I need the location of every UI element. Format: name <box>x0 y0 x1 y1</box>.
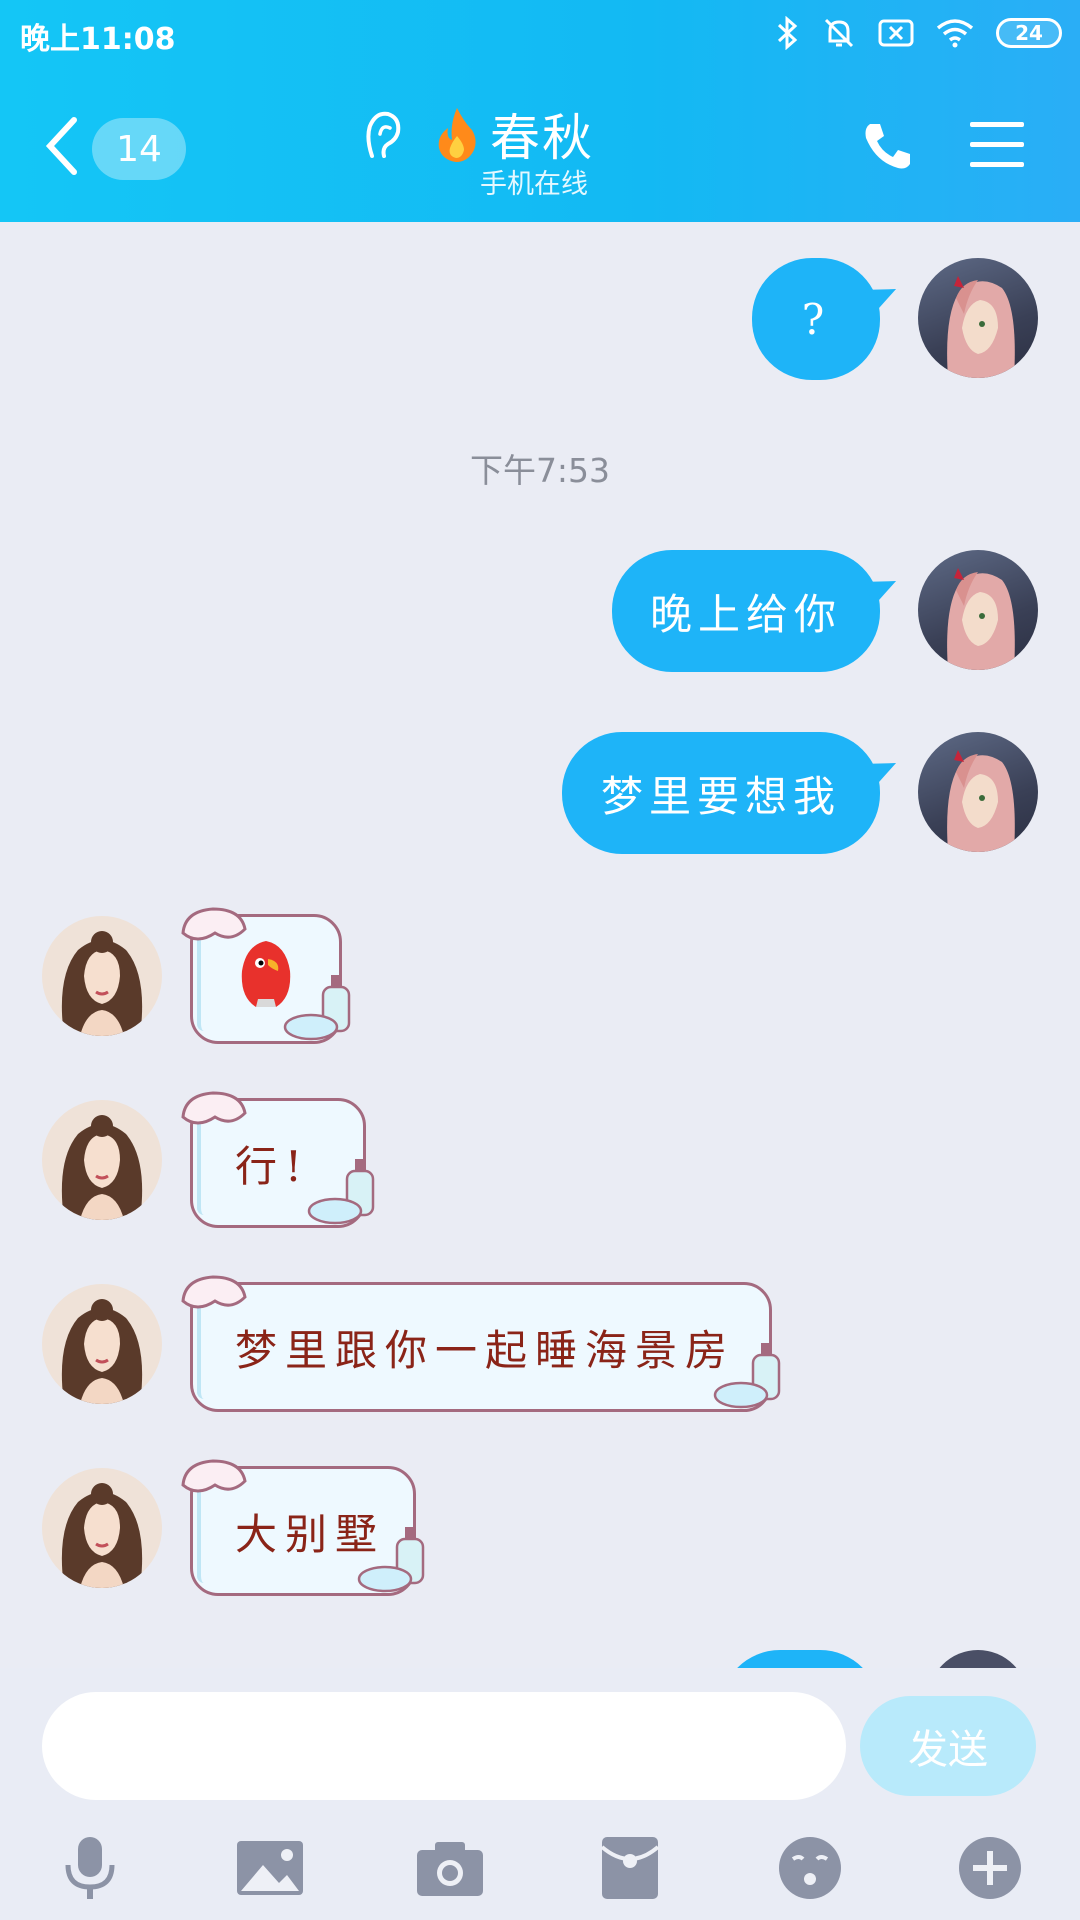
goggles-decoration-icon <box>179 903 249 957</box>
sim-x-icon <box>878 18 914 48</box>
image-icon[interactable] <box>230 1828 310 1908</box>
soap-bottle-decoration-icon <box>307 1153 381 1237</box>
contact-avatar[interactable] <box>42 916 162 1036</box>
my-message-bubble[interactable]: 晚上给你 <box>612 550 880 672</box>
timestamp: 下午7:53 <box>469 451 611 490</box>
contact-avatar[interactable] <box>42 1284 162 1404</box>
unread-count-badge[interactable]: 14 <box>92 118 186 180</box>
contact-online-status: 手机在线 <box>480 169 588 200</box>
back-icon[interactable] <box>44 116 80 180</box>
my-avatar[interactable] <box>918 258 1038 378</box>
message-text: 行! <box>235 1141 310 1191</box>
mute-bell-icon <box>822 16 856 50</box>
message-input[interactable] <box>42 1692 846 1800</box>
message-text: 梦里跟你一起睡海景房 <box>235 1325 736 1375</box>
send-button[interactable]: 发送 <box>860 1696 1036 1796</box>
my-message-bubble[interactable]: 梦里要想我 <box>562 732 880 854</box>
message-text: ? <box>801 294 831 344</box>
status-time: 晚上11:08 <box>20 22 176 57</box>
bluetooth-icon <box>776 16 800 50</box>
soap-bottle-decoration-icon <box>357 1521 431 1605</box>
contact-avatar[interactable] <box>42 1100 162 1220</box>
contact-message-bubble[interactable]: 梦里跟你一起睡海景房 <box>181 1275 781 1412</box>
goggles-decoration-icon <box>179 1087 249 1141</box>
phone-icon[interactable] <box>860 118 916 178</box>
message-text: 晚上给你 <box>649 589 842 639</box>
my-avatar[interactable] <box>918 550 1038 670</box>
soap-bottle-decoration-icon <box>283 969 357 1053</box>
my-message-bubble-partial[interactable] <box>720 1650 880 1668</box>
contact-sticker-bubble[interactable] <box>181 907 351 1044</box>
chat-message-list[interactable]: ? 下午7:53 晚上给你 梦里要想我 行! 梦里跟你一起睡海景房 大别墅 <box>0 222 1080 1668</box>
emoji-icon[interactable] <box>770 1828 850 1908</box>
my-avatar-partial[interactable] <box>928 1650 1028 1668</box>
my-avatar[interactable] <box>918 732 1038 852</box>
menu-icon[interactable] <box>970 120 1024 174</box>
red-packet-icon[interactable] <box>590 1828 670 1908</box>
battery-icon: 24 <box>996 18 1062 48</box>
status-icons: 24 <box>776 16 1062 50</box>
chat-header: 晚上11:08 24 14 春秋 手机在线 <box>0 0 1080 222</box>
soap-bottle-decoration-icon <box>713 1337 787 1421</box>
camera-icon[interactable] <box>410 1828 490 1908</box>
message-text: 梦里要想我 <box>600 771 841 821</box>
plus-icon[interactable] <box>950 1828 1030 1908</box>
contact-avatar[interactable] <box>42 1468 162 1588</box>
my-message-bubble[interactable]: ? <box>752 258 880 380</box>
microphone-icon[interactable] <box>50 1828 130 1908</box>
ear-icon[interactable] <box>362 108 404 172</box>
contact-name: 春秋 <box>490 109 594 167</box>
wifi-icon <box>936 18 974 48</box>
goggles-decoration-icon <box>179 1455 249 1509</box>
contact-message-bubble[interactable]: 大别墅 <box>181 1459 425 1596</box>
contact-message-bubble[interactable]: 行! <box>181 1091 375 1228</box>
goggles-decoration-icon <box>179 1271 249 1325</box>
input-toolbar <box>0 1818 1080 1918</box>
fire-icon <box>434 104 480 168</box>
input-area: 发送 <box>0 1668 1080 1920</box>
nav-bar: 14 春秋 手机在线 <box>0 90 1080 210</box>
status-bar: 晚上11:08 24 <box>0 0 1080 72</box>
